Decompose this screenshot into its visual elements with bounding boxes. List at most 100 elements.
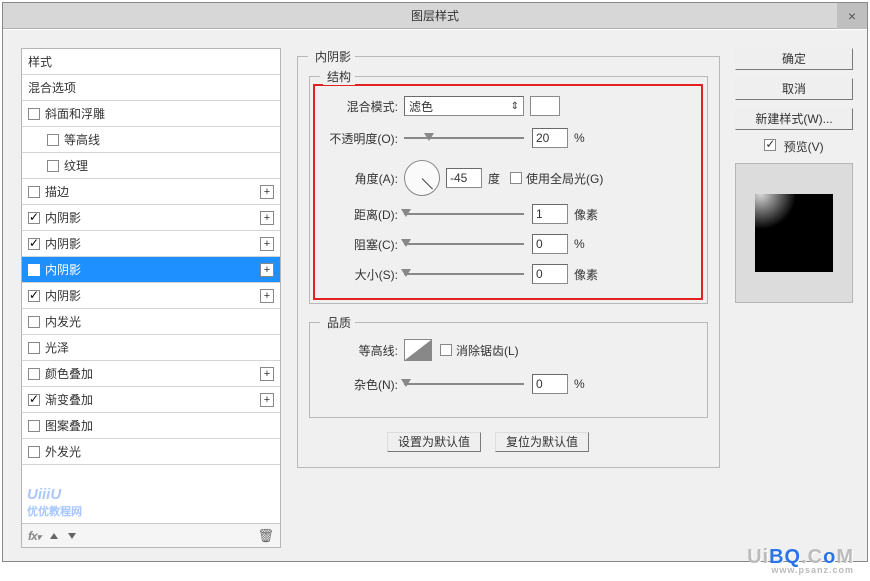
watermark-right: UiBQ.CoM www.psanz.com bbox=[747, 546, 854, 575]
fx-icon[interactable]: fx▾ bbox=[28, 529, 40, 543]
style-label: 内阴影 bbox=[45, 287, 81, 304]
contour-picker[interactable] bbox=[404, 339, 432, 361]
watermark-left-line2: 优优教程网 bbox=[27, 503, 82, 519]
blend-color-swatch[interactable] bbox=[530, 96, 560, 116]
noise-slider[interactable] bbox=[404, 374, 524, 394]
style-row[interactable]: 内阴影 + bbox=[22, 283, 280, 309]
style-checkbox[interactable] bbox=[28, 264, 40, 276]
styles-panel: 样式 混合选项 斜面和浮雕等高线纹理描边+内阴影+内阴影+内阴影+内阴影+内发光… bbox=[21, 48, 281, 548]
add-effect-icon[interactable]: + bbox=[260, 289, 274, 303]
style-row[interactable]: 内阴影+ bbox=[22, 257, 280, 283]
style-row[interactable]: 内发光 bbox=[22, 309, 280, 335]
style-label: 渐变叠加 bbox=[45, 391, 93, 408]
distance-unit: 像素 bbox=[574, 206, 598, 223]
antialias-label: 消除锯齿(L) bbox=[456, 342, 519, 359]
style-label: 外发光 bbox=[45, 443, 81, 460]
opacity-slider[interactable] bbox=[404, 128, 524, 148]
choke-input[interactable]: 0 bbox=[532, 234, 568, 254]
preview-thumbnail bbox=[755, 194, 833, 272]
set-default-button[interactable]: 设置为默认值 bbox=[387, 432, 481, 452]
add-effect-icon[interactable]: + bbox=[260, 185, 274, 199]
blend-options-label: 混合选项 bbox=[28, 79, 76, 96]
noise-input[interactable]: 0 bbox=[532, 374, 568, 394]
angle-dial[interactable] bbox=[404, 160, 440, 196]
blend-mode-select[interactable]: 滤色 ⇕ bbox=[404, 96, 524, 116]
add-effect-icon[interactable]: + bbox=[260, 393, 274, 407]
style-row[interactable]: 内阴影+ bbox=[22, 231, 280, 257]
chevron-updown-icon: ⇕ bbox=[511, 101, 519, 112]
quality-title: 品质 bbox=[323, 314, 355, 331]
style-checkbox[interactable] bbox=[28, 420, 40, 432]
blend-options-header[interactable]: 混合选项 bbox=[22, 75, 280, 101]
trash-icon[interactable]: 🗑 bbox=[257, 528, 274, 544]
add-effect-icon[interactable]: + bbox=[260, 263, 274, 277]
move-up-icon[interactable] bbox=[50, 533, 58, 539]
style-row[interactable]: 纹理 bbox=[22, 153, 280, 179]
structure-title: 结构 bbox=[323, 68, 355, 85]
contour-label: 等高线: bbox=[315, 342, 398, 359]
size-label: 大小(S): bbox=[315, 266, 398, 283]
style-row[interactable]: 内阴影 + bbox=[22, 205, 280, 231]
style-label: 内发光 bbox=[45, 313, 81, 330]
blend-mode-value: 滤色 bbox=[409, 98, 433, 115]
add-effect-icon[interactable]: + bbox=[260, 237, 274, 251]
close-icon[interactable]: × bbox=[837, 3, 867, 29]
choke-label: 阻塞(C): bbox=[315, 236, 398, 253]
style-label: 颜色叠加 bbox=[45, 365, 93, 382]
style-checkbox[interactable] bbox=[28, 290, 40, 302]
styles-list: 样式 混合选项 斜面和浮雕等高线纹理描边+内阴影+内阴影+内阴影+内阴影+内发光… bbox=[22, 49, 280, 523]
style-checkbox[interactable] bbox=[28, 394, 40, 406]
style-checkbox[interactable] bbox=[47, 134, 59, 146]
noise-label: 杂色(N): bbox=[315, 376, 398, 393]
size-slider[interactable] bbox=[404, 264, 524, 284]
styles-header[interactable]: 样式 bbox=[22, 49, 280, 75]
preview-checkbox[interactable] bbox=[764, 139, 776, 151]
style-checkbox[interactable] bbox=[28, 368, 40, 380]
style-row[interactable]: 等高线 bbox=[22, 127, 280, 153]
style-checkbox[interactable] bbox=[28, 186, 40, 198]
style-row[interactable]: 图案叠加 bbox=[22, 413, 280, 439]
angle-deg: 度 bbox=[488, 170, 500, 187]
style-label: 斜面和浮雕 bbox=[45, 105, 105, 122]
dialog-body: 样式 混合选项 斜面和浮雕等高线纹理描边+内阴影+内阴影+内阴影+内阴影+内发光… bbox=[3, 30, 867, 561]
style-row[interactable]: 颜色叠加 + bbox=[22, 361, 280, 387]
style-row[interactable]: 光泽 bbox=[22, 335, 280, 361]
distance-input[interactable]: 1 bbox=[532, 204, 568, 224]
style-row[interactable]: 斜面和浮雕 bbox=[22, 101, 280, 127]
global-light-label: 使用全局光(G) bbox=[526, 170, 603, 187]
section-title: 内阴影 bbox=[311, 48, 355, 65]
dialog-title: 图层样式 bbox=[411, 9, 459, 23]
new-style-button[interactable]: 新建样式(W)... bbox=[735, 108, 853, 130]
preview-label: 预览(V) bbox=[784, 140, 824, 154]
opacity-input[interactable]: 20 bbox=[532, 128, 568, 148]
add-effect-icon[interactable]: + bbox=[260, 211, 274, 225]
style-checkbox[interactable] bbox=[28, 316, 40, 328]
style-checkbox[interactable] bbox=[28, 446, 40, 458]
style-label: 内阴影 bbox=[45, 209, 81, 226]
style-checkbox[interactable] bbox=[28, 108, 40, 120]
style-row[interactable]: 渐变叠加 + bbox=[22, 387, 280, 413]
choke-slider[interactable] bbox=[404, 234, 524, 254]
style-checkbox[interactable] bbox=[28, 238, 40, 250]
add-effect-icon[interactable]: + bbox=[260, 367, 274, 381]
styles-footer: fx▾ 🗑 bbox=[22, 523, 280, 547]
angle-input[interactable]: -45 bbox=[446, 168, 482, 188]
ok-button[interactable]: 确定 bbox=[735, 48, 853, 70]
reset-default-button[interactable]: 复位为默认值 bbox=[495, 432, 589, 452]
global-light-checkbox[interactable] bbox=[510, 172, 522, 184]
settings-panel: 内阴影 结构 混合模式: 滤色 ⇕ bbox=[297, 48, 722, 548]
distance-slider[interactable] bbox=[404, 204, 524, 224]
style-checkbox[interactable] bbox=[28, 342, 40, 354]
cancel-button[interactable]: 取消 bbox=[735, 78, 853, 100]
move-down-icon[interactable] bbox=[68, 533, 76, 539]
style-checkbox[interactable] bbox=[28, 212, 40, 224]
style-row[interactable]: 外发光 bbox=[22, 439, 280, 465]
watermark-left: UiiiU 优优教程网 bbox=[27, 486, 82, 519]
blend-mode-label: 混合模式: bbox=[315, 98, 398, 115]
noise-unit: % bbox=[574, 377, 585, 391]
distance-label: 距离(D): bbox=[315, 206, 398, 223]
style-row[interactable]: 描边+ bbox=[22, 179, 280, 205]
style-checkbox[interactable] bbox=[47, 160, 59, 172]
antialias-checkbox[interactable] bbox=[440, 344, 452, 356]
size-input[interactable]: 0 bbox=[532, 264, 568, 284]
